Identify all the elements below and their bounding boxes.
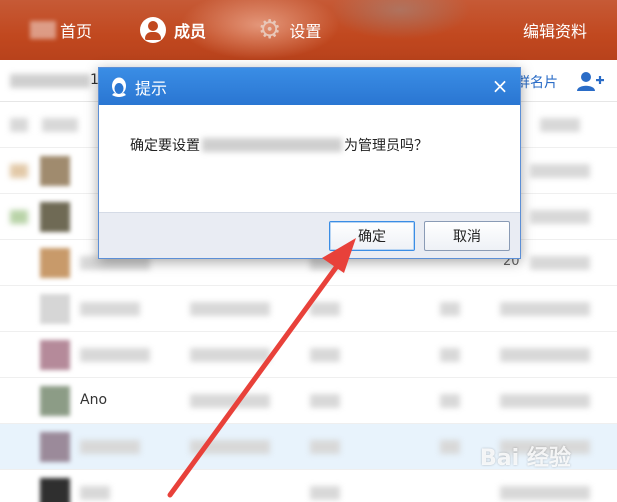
nav-settings-label: 设置 <box>289 22 322 41</box>
masked-cell <box>440 394 460 408</box>
masked-cell <box>440 302 460 316</box>
watermark: Bai 经验 <box>480 446 571 471</box>
avatar <box>40 294 70 324</box>
gear-icon: ⚙ <box>258 15 282 45</box>
group-card-link[interactable]: 群名片 <box>516 72 558 92</box>
masked-cell <box>190 394 270 408</box>
background-blur <box>330 0 470 40</box>
message-suffix: 为管理员吗？ <box>344 138 428 154</box>
masked-cell <box>80 486 110 500</box>
masked-cell <box>540 118 580 132</box>
masked-cell <box>500 348 590 362</box>
top-nav-bar: 首页 成员 ⚙ 设置 编辑资料 <box>0 0 617 60</box>
avatar <box>40 432 70 462</box>
cancel-button[interactable]: 取消 <box>424 221 510 251</box>
masked-cell <box>80 348 150 362</box>
dialog-footer: 确定 取消 <box>99 212 520 258</box>
masked-cell <box>530 210 590 224</box>
nav-home-label: 首页 <box>60 22 93 41</box>
table-row[interactable] <box>0 332 617 378</box>
user-icon <box>140 17 166 43</box>
nav-edit-profile[interactable]: 编辑资料 <box>523 0 587 60</box>
masked-cell <box>440 348 460 362</box>
nav-home[interactable]: 首页 <box>30 0 92 60</box>
masked-cell <box>310 486 340 500</box>
avatar <box>40 340 70 370</box>
nav-members-label: 成员 <box>174 22 207 41</box>
masked-cell <box>530 256 590 270</box>
masked-text <box>30 21 56 39</box>
table-row[interactable] <box>0 286 617 332</box>
masked-member-name <box>202 138 342 152</box>
member-name: Ano <box>80 392 108 408</box>
avatar <box>40 156 70 186</box>
nav-members[interactable]: 成员 <box>140 0 206 60</box>
masked-cell <box>80 440 140 454</box>
masked-text <box>10 74 90 88</box>
add-user-icon[interactable] <box>576 70 604 92</box>
masked-cell <box>42 118 78 132</box>
masked-cell <box>310 302 340 316</box>
dialog-title: 提示 <box>135 78 168 98</box>
dialog-body: 确定要设置 为管理员吗？ <box>99 105 520 213</box>
masked-cell <box>80 302 140 316</box>
table-row[interactable] <box>0 470 617 502</box>
dialog-message: 确定要设置 为管理员吗？ <box>130 135 428 155</box>
masked-cell <box>310 394 340 408</box>
avatar <box>40 386 70 416</box>
masked-cell <box>190 302 270 316</box>
masked-cell <box>440 440 460 454</box>
masked-cell <box>10 210 28 224</box>
masked-cell <box>310 348 340 362</box>
masked-cell <box>530 164 590 178</box>
masked-cell <box>310 440 340 454</box>
table-row[interactable]: Ano <box>0 378 617 424</box>
avatar <box>40 478 70 502</box>
confirm-button[interactable]: 确定 <box>329 221 415 251</box>
masked-cell <box>500 302 590 316</box>
masked-cell <box>10 164 28 178</box>
avatar <box>40 202 70 232</box>
close-icon[interactable]: × <box>490 76 510 96</box>
message-prefix: 确定要设置 <box>130 138 200 154</box>
nav-settings[interactable]: ⚙ 设置 <box>258 0 321 60</box>
masked-cell <box>500 486 590 500</box>
masked-cell <box>10 118 28 132</box>
nav-edit-label: 编辑资料 <box>522 22 587 41</box>
masked-cell <box>500 394 590 408</box>
confirm-dialog: 提示 × 确定要设置 为管理员吗？ 确定 取消 <box>98 67 521 259</box>
masked-cell <box>190 348 270 362</box>
qq-penguin-icon <box>112 77 126 97</box>
dialog-title-bar[interactable]: 提示 × <box>99 68 520 105</box>
avatar <box>40 248 70 278</box>
masked-cell <box>190 440 270 454</box>
